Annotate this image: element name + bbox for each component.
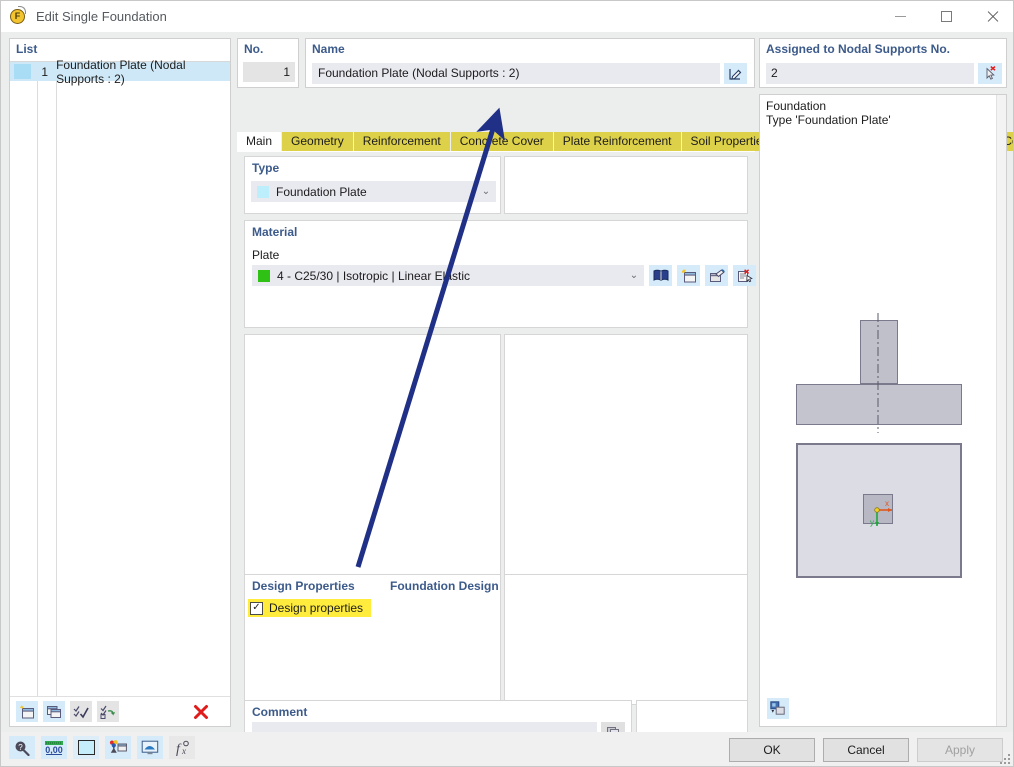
view-settings-icon[interactable] xyxy=(137,736,163,759)
new-material-icon[interactable] xyxy=(677,265,700,286)
assigned-group-title: Assigned to Nodal Supports No. xyxy=(766,42,951,56)
formula-icon[interactable]: f x xyxy=(169,736,195,759)
decimal-places-icon[interactable]: 0,00 xyxy=(41,736,67,759)
list-panel: List 1 Foundation Plate (Nodal Supports … xyxy=(9,38,231,727)
preview-caption: Foundation Type 'Foundation Plate' xyxy=(766,99,891,127)
title-bar: F Edit Single Foundation xyxy=(1,1,1013,32)
apply-button[interactable]: Apply xyxy=(917,738,1003,762)
display-properties-icon[interactable] xyxy=(105,736,131,759)
maximize-button[interactable] xyxy=(923,1,969,32)
checkbox[interactable]: ✓ xyxy=(250,601,263,615)
chevron-down-icon[interactable]: ⌄ xyxy=(476,186,496,197)
tab-concrete-cover[interactable]: Concrete Cover xyxy=(450,132,554,151)
design-properties-checkbox-label: Design properties xyxy=(269,601,364,615)
render-mode-icon[interactable] xyxy=(767,698,789,719)
chevron-down-icon[interactable]: ⌄ xyxy=(624,270,644,281)
select-all-button[interactable] xyxy=(70,701,92,722)
footer-toolbar: ? 0,00 f x xyxy=(9,736,201,759)
material-plate-value: 4 - C25/30 | Isotropic | Linear Elastic xyxy=(277,268,470,283)
tab-panel-main: Type Foundation Plate ⌄ Material Plate 4… xyxy=(237,151,756,747)
color-swatch-icon[interactable] xyxy=(73,736,99,759)
list-toolbar xyxy=(10,696,230,726)
type-group-title: Type xyxy=(252,161,280,175)
tab-reinforcement[interactable]: Reinforcement xyxy=(353,132,451,151)
foundation-icon: F xyxy=(10,6,27,25)
preview-scrollbar[interactable] xyxy=(996,95,1006,726)
preview-panel: Foundation Type 'Foundation Plate' x y xyxy=(759,94,1007,727)
window-controls xyxy=(877,1,1013,32)
help-magnifier-icon[interactable]: ? xyxy=(9,736,35,759)
list-item[interactable]: 1 Foundation Plate (Nodal Supports : 2) xyxy=(10,58,230,86)
edit-single-foundation-dialog: F Edit Single Foundation List 1 Foundati… xyxy=(0,0,1014,767)
list-column-divider-1 xyxy=(37,81,38,696)
material-plate-label: Plate xyxy=(252,248,280,262)
name-group-title: Name xyxy=(312,42,345,56)
copy-item-button[interactable] xyxy=(43,701,65,722)
list-column-divider-2 xyxy=(56,81,57,696)
foundation-design-title: Foundation Design xyxy=(390,579,499,593)
list-item-label: Foundation Plate (Nodal Supports : 2) xyxy=(56,57,186,86)
cancel-button[interactable]: Cancel xyxy=(823,738,909,762)
design-properties-checkbox-row[interactable]: ✓ Design properties xyxy=(248,599,372,617)
assigned-group: Assigned to Nodal Supports No. 2 xyxy=(759,38,1007,88)
number-field[interactable]: 1 xyxy=(243,62,295,82)
svg-text:x: x xyxy=(885,499,889,508)
preview-centerline xyxy=(877,313,879,433)
material-plate-combobox[interactable]: 4 - C25/30 | Isotropic | Linear Elastic … xyxy=(252,265,644,286)
list-item-number: 1 xyxy=(41,64,49,79)
type-value: Foundation Plate xyxy=(276,184,367,199)
list-header: List xyxy=(10,39,230,59)
tab-geometry[interactable]: Geometry xyxy=(282,132,354,151)
name-group: Name Foundation Plate (Nodal Supports : … xyxy=(305,38,755,88)
preview-axis-triad: x y xyxy=(870,499,892,527)
resize-grip[interactable] xyxy=(1000,754,1012,766)
comment-group-title: Comment xyxy=(252,705,308,719)
invert-selection-button[interactable] xyxy=(97,701,119,722)
center-column: No. 1 Name Foundation Plate (Nodal Suppo… xyxy=(237,38,1013,747)
book-icon[interactable] xyxy=(649,265,672,286)
dialog-buttons: OK Cancel Apply xyxy=(721,738,1003,762)
right-panel: Assigned to Nodal Supports No. 2 Foundat… xyxy=(759,38,1007,727)
edit-material-icon[interactable] xyxy=(705,265,728,286)
material-color-swatch xyxy=(258,269,270,282)
material-group: Material Plate 4 - C25/30 | Isotropic | … xyxy=(244,220,756,328)
svg-text:?: ? xyxy=(18,743,23,752)
preview-caption-line2: Type 'Foundation Plate' xyxy=(766,113,891,127)
new-item-button[interactable] xyxy=(16,701,38,722)
svg-text:y: y xyxy=(870,518,874,527)
minimize-button[interactable] xyxy=(877,1,923,32)
assigned-nodal-supports-input[interactable]: 2 xyxy=(766,63,974,84)
svg-text:0,00: 0,00 xyxy=(45,745,63,755)
number-group: No. 1 xyxy=(237,38,299,88)
ok-button[interactable]: OK xyxy=(729,738,815,762)
foundation-design-group xyxy=(504,574,748,705)
design-properties-highlight: ✓ Design properties xyxy=(248,599,372,617)
type-group: Type Foundation Plate ⌄ xyxy=(244,156,501,214)
design-properties-group: Design Properties Foundation Design ✓ De… xyxy=(244,574,501,705)
tab-plate-reinforcement[interactable]: Plate Reinforcement xyxy=(553,132,682,151)
close-button[interactable] xyxy=(969,1,1013,32)
edit-pencil-icon[interactable] xyxy=(724,63,747,84)
material-group-title: Material xyxy=(252,225,298,239)
material-buttons xyxy=(649,265,756,286)
preview-caption-line1: Foundation xyxy=(766,99,827,113)
delete-item-button[interactable] xyxy=(190,701,212,722)
tab-main[interactable]: Main xyxy=(237,132,283,151)
dialog-body: List 1 Foundation Plate (Nodal Supports … xyxy=(1,32,1013,747)
type-combobox[interactable]: Foundation Plate ⌄ xyxy=(251,181,496,202)
type-extra-panel xyxy=(504,156,748,214)
list-rows: 1 Foundation Plate (Nodal Supports : 2) xyxy=(10,58,230,696)
type-color-swatch xyxy=(257,185,269,198)
name-input[interactable]: Foundation Plate (Nodal Supports : 2) xyxy=(312,63,720,84)
svg-text:x: x xyxy=(181,746,186,756)
tab-strip: Main Geometry Reinforcement Concrete Cov… xyxy=(237,132,1013,151)
window-title: Edit Single Foundation xyxy=(36,9,167,24)
dialog-footer: ? 0,00 f x OK Cancel Apply xyxy=(1,732,1013,766)
number-group-title: No. xyxy=(244,42,264,56)
delete-material-icon[interactable] xyxy=(733,265,756,286)
design-properties-title: Design Properties xyxy=(252,579,355,593)
list-item-color-swatch xyxy=(14,64,32,79)
pick-in-graphic-icon[interactable] xyxy=(978,63,1002,84)
